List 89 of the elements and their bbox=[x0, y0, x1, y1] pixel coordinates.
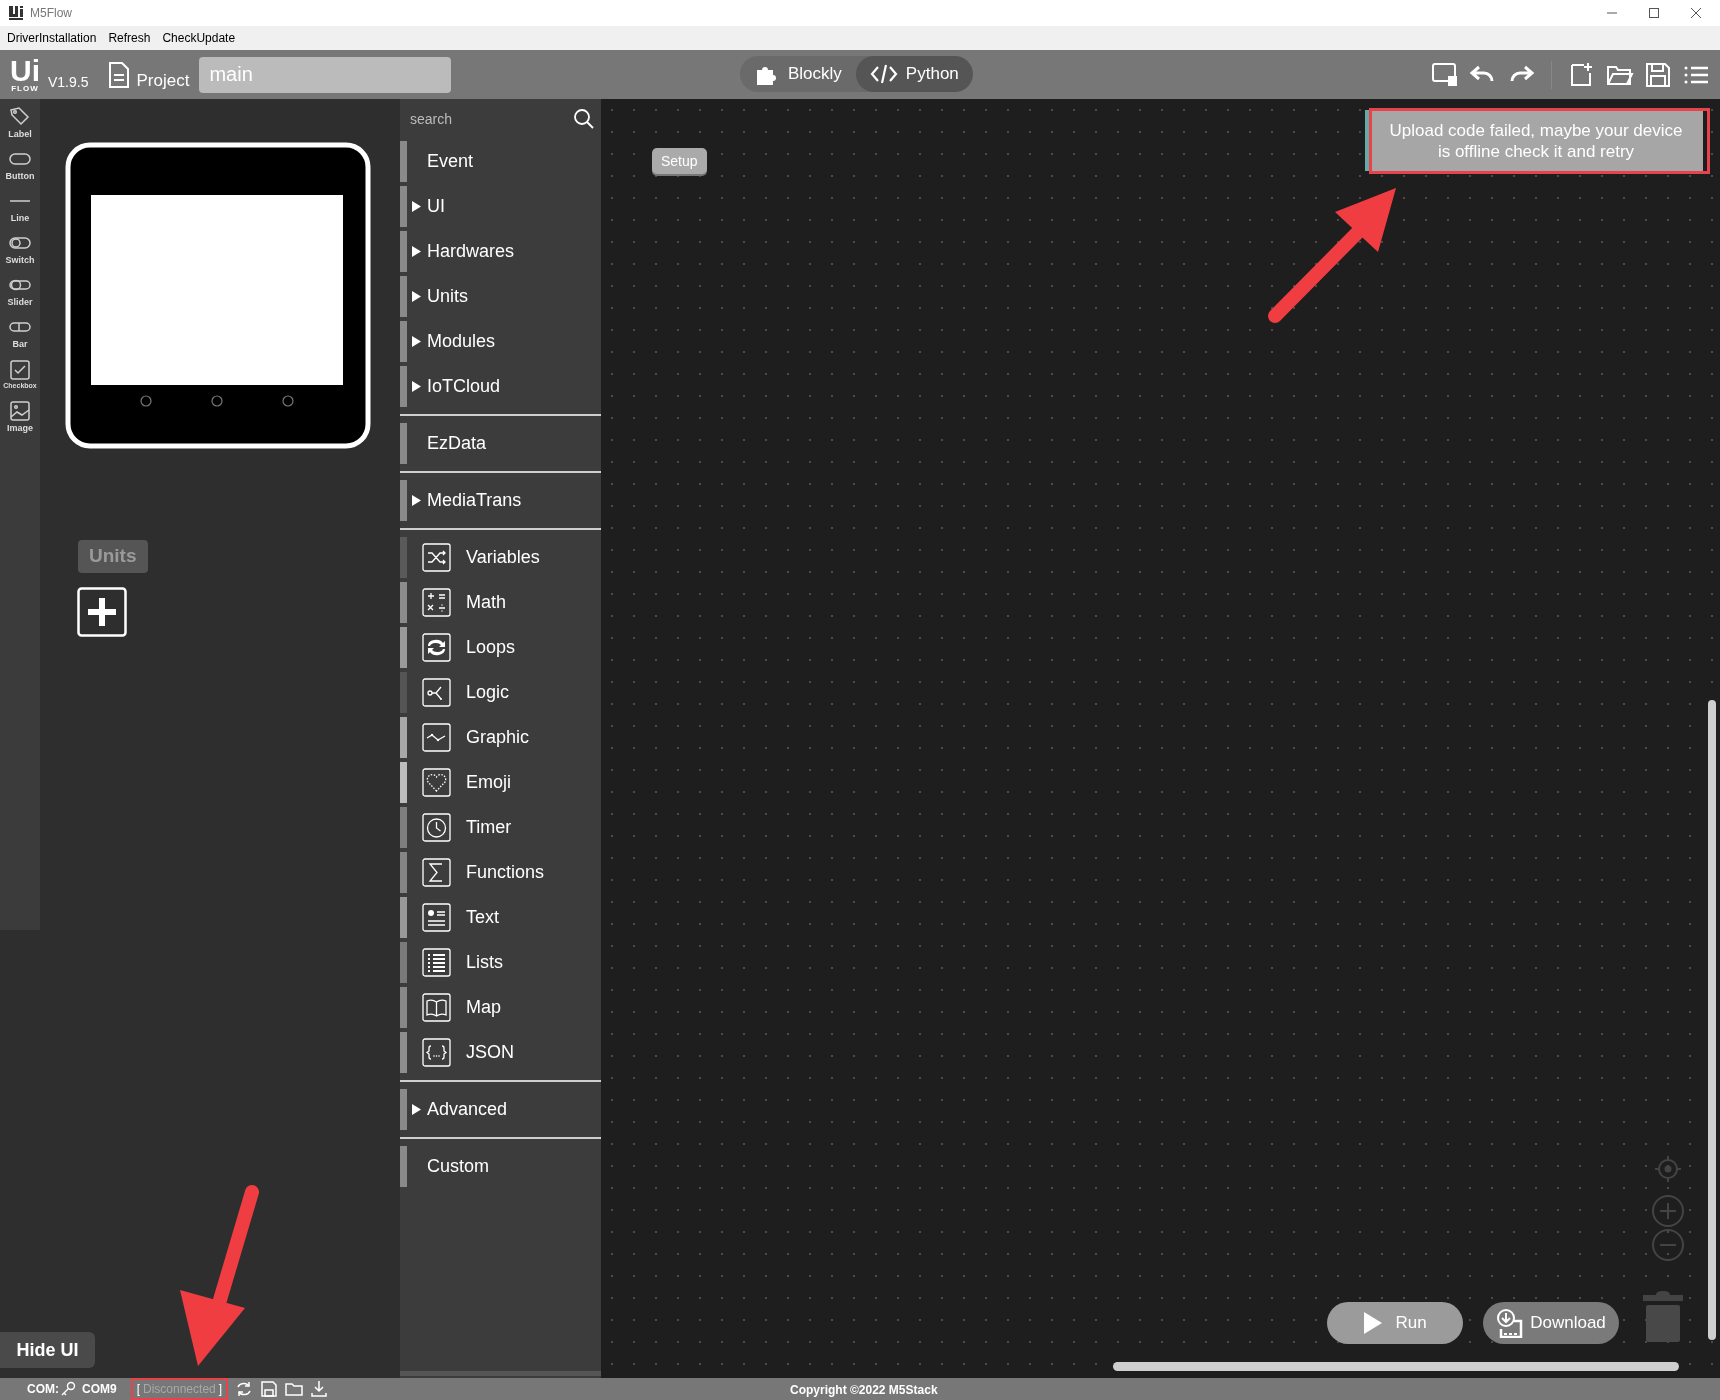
widget-label[interactable]: Button bbox=[5, 169, 35, 184]
category-item[interactable]: Logic bbox=[400, 670, 601, 715]
expand-triangle-icon[interactable] bbox=[411, 245, 422, 258]
horizontal-scrollbar[interactable] bbox=[400, 1371, 601, 1376]
category-item[interactable]: Loops bbox=[400, 625, 601, 670]
menu-item[interactable]: DriverInstallation bbox=[7, 29, 97, 47]
play-icon bbox=[1363, 1311, 1384, 1335]
expand-triangle-icon[interactable] bbox=[411, 290, 422, 303]
branch-icon bbox=[422, 678, 451, 707]
widget-label[interactable]: Label bbox=[8, 127, 32, 142]
category-item[interactable]: Lists bbox=[400, 940, 601, 985]
folder-icon[interactable] bbox=[285, 1380, 304, 1398]
file-icon bbox=[108, 60, 131, 89]
version-label: V1.9.5 bbox=[48, 73, 89, 92]
category-item[interactable]: Graphic bbox=[400, 715, 601, 760]
category-item[interactable]: Hardwares bbox=[400, 229, 601, 274]
search-field[interactable]: search bbox=[410, 108, 573, 130]
book-icon bbox=[422, 993, 451, 1022]
category-item[interactable]: Custom bbox=[400, 1144, 601, 1189]
category-item[interactable]: Functions bbox=[400, 850, 601, 895]
category-item[interactable]: Modules bbox=[400, 319, 601, 364]
category-item[interactable]: JSON bbox=[400, 1030, 601, 1075]
category-item[interactable]: Units bbox=[400, 274, 601, 319]
vertical-scrollbar[interactable] bbox=[1708, 700, 1716, 1340]
error-notification: Upload code failed, maybe your device is offline check it and retry bbox=[1365, 110, 1703, 171]
mode-tab[interactable]: Blockly bbox=[740, 56, 856, 92]
category-item[interactable]: Advanced bbox=[400, 1087, 601, 1132]
hide-ui-button[interactable]: Hide UI bbox=[0, 1332, 95, 1368]
widget-label[interactable]: Bar bbox=[12, 337, 28, 352]
key-icon[interactable] bbox=[60, 1381, 76, 1397]
stopwatch-icon bbox=[422, 813, 451, 842]
bracket-text: [ bbox=[136, 1381, 140, 1398]
window-title: M5Flow bbox=[30, 5, 72, 22]
tag-icon[interactable] bbox=[8, 105, 32, 128]
checkbox-icon[interactable] bbox=[8, 359, 32, 382]
device-icon[interactable] bbox=[1431, 60, 1459, 89]
close-icon[interactable] bbox=[1690, 7, 1702, 19]
logo-text: Ui bbox=[10, 56, 40, 85]
port-label[interactable]: COM9 bbox=[82, 1380, 117, 1398]
category-item[interactable]: Map bbox=[400, 985, 601, 1030]
units-label: Units bbox=[78, 540, 148, 573]
save-icon[interactable] bbox=[260, 1380, 279, 1398]
category-item[interactable]: Text bbox=[400, 895, 601, 940]
menu-item[interactable]: CheckUpdate bbox=[162, 29, 236, 47]
category-item[interactable]: Variables bbox=[400, 535, 601, 580]
category-item[interactable]: IoTCloud bbox=[400, 364, 601, 409]
com-label: COM: bbox=[27, 1381, 59, 1398]
widget-label[interactable]: Line bbox=[10, 211, 30, 226]
expand-triangle-icon[interactable] bbox=[411, 335, 422, 348]
widget-label[interactable]: Image bbox=[7, 421, 33, 436]
mode-tab[interactable]: Python bbox=[855, 56, 973, 92]
shuffle-icon bbox=[422, 543, 451, 572]
expand-triangle-icon[interactable] bbox=[411, 1103, 422, 1116]
project-label: Project bbox=[136, 69, 190, 92]
menu-item[interactable]: Refresh bbox=[108, 29, 151, 47]
loop-icon bbox=[422, 633, 451, 662]
category-item[interactable]: Timer bbox=[400, 805, 601, 850]
list-icon bbox=[422, 948, 451, 977]
braces-icon bbox=[422, 1038, 451, 1067]
bracket-text: ] bbox=[218, 1381, 223, 1398]
app-logo-icon bbox=[8, 5, 24, 21]
download-icon[interactable] bbox=[310, 1380, 329, 1398]
maximize-icon[interactable] bbox=[1648, 7, 1660, 19]
widget-label[interactable]: Slider bbox=[7, 295, 33, 310]
refresh-icon[interactable] bbox=[235, 1380, 254, 1398]
logo-subtext: FLOW bbox=[11, 84, 39, 93]
category-item[interactable]: Event bbox=[400, 139, 601, 184]
search-icon[interactable] bbox=[573, 108, 595, 130]
category-item[interactable]: Math bbox=[400, 580, 601, 625]
line-graph-icon bbox=[422, 723, 451, 752]
download-device-icon bbox=[1496, 1308, 1525, 1338]
sigma-icon bbox=[422, 858, 451, 887]
copyright-text: Copyright ©2022 M5Stack bbox=[790, 1382, 938, 1399]
image-icon[interactable] bbox=[8, 399, 32, 422]
horizontal-scrollbar[interactable] bbox=[1113, 1362, 1679, 1371]
download-button[interactable]: Download bbox=[1483, 1302, 1619, 1344]
expand-triangle-icon[interactable] bbox=[411, 380, 422, 393]
category-item[interactable]: Emoji bbox=[400, 760, 601, 805]
category-item[interactable]: EzData bbox=[400, 421, 601, 466]
add-unit-button[interactable] bbox=[77, 587, 127, 637]
category-item[interactable]: UI bbox=[400, 184, 601, 229]
widget-label[interactable]: Switch bbox=[5, 253, 35, 268]
save-icon[interactable] bbox=[1644, 60, 1672, 89]
category-item[interactable]: MediaTrans bbox=[400, 478, 601, 523]
text-card-icon bbox=[422, 903, 451, 932]
expand-triangle-icon[interactable] bbox=[411, 494, 422, 507]
expand-triangle-icon[interactable] bbox=[411, 200, 422, 213]
code-icon bbox=[869, 63, 898, 85]
math-icon bbox=[422, 588, 451, 617]
